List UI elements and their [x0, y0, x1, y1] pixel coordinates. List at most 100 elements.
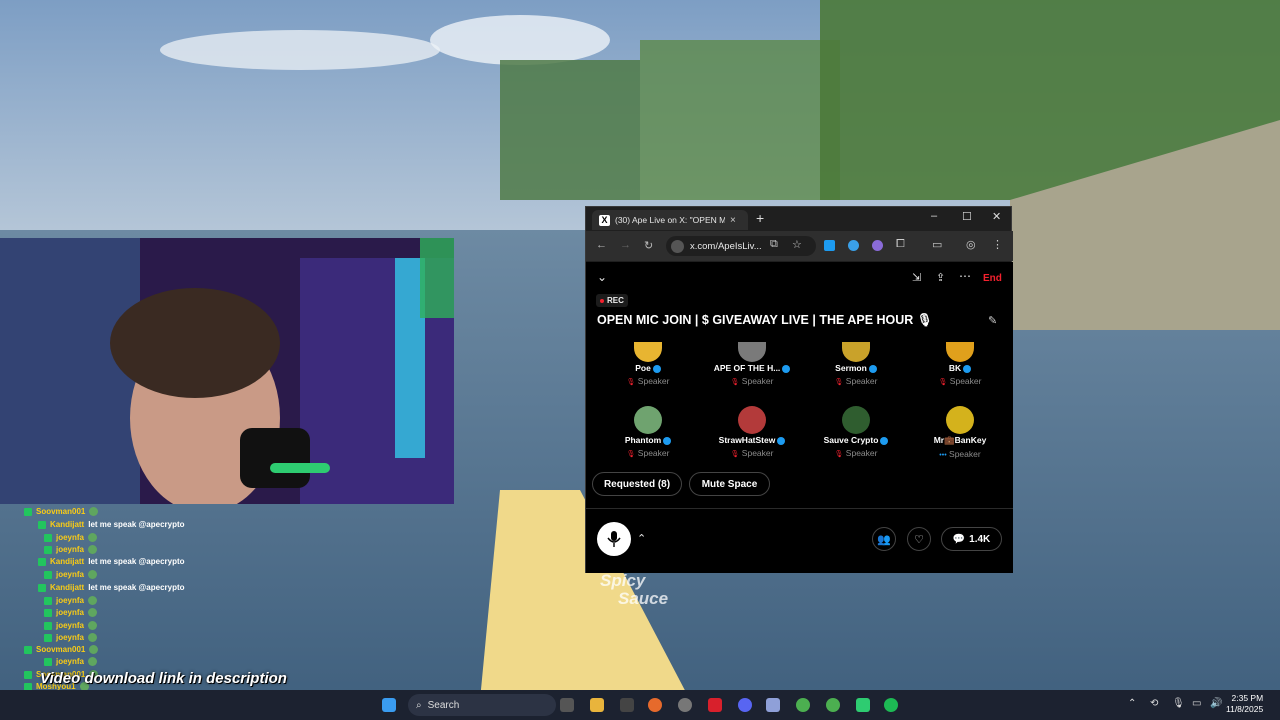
title-bar: X (30) Ape Live on X: "OPEN M × + – ☐ ✕ — [586, 207, 1013, 230]
back-icon[interactable]: ← — [596, 239, 607, 251]
network-icon[interactable]: ⟲ — [1150, 698, 1158, 709]
maximize-icon[interactable]: ☐ — [962, 210, 972, 223]
chat-message: joeynfa — [44, 621, 98, 630]
record-dot-icon — [600, 298, 604, 303]
x-logo-icon: X — [599, 214, 610, 226]
kick-badge-icon — [38, 583, 46, 592]
emote-icon — [88, 633, 98, 642]
split-view-icon[interactable]: ▭ — [932, 238, 942, 251]
tab-title: (30) Ape Live on X: "OPEN M — [615, 215, 725, 225]
app-icon[interactable] — [766, 698, 780, 712]
speaker-card[interactable]: APE OF THE H... 🎙 Speaker — [700, 342, 804, 386]
display-icon[interactable]: ▭ — [1192, 698, 1201, 709]
speaking-dots-icon: ••• — [939, 452, 947, 459]
emote-icon — [88, 545, 98, 554]
kick-badge-icon — [44, 608, 52, 617]
extensions-puzzle-icon[interactable]: ⧠ — [896, 238, 905, 251]
minimize-icon[interactable]: – — [931, 210, 937, 222]
chat-message: Kandijatt let me speak @apecrypto — [38, 583, 185, 592]
speaker-card[interactable]: StrawHatStew 🎙 Speaker — [700, 406, 804, 458]
mic-muted-icon: 🎙 — [730, 451, 740, 458]
app-icon[interactable] — [708, 698, 722, 712]
tray-chevron-icon[interactable]: ⌃ — [1128, 698, 1136, 709]
clock[interactable]: 2:35 PM 11/8/2025 — [1226, 693, 1263, 715]
discord-icon[interactable] — [738, 698, 752, 712]
profile-icon[interactable]: ◎ — [966, 238, 976, 251]
menu-dots-icon[interactable]: ⋮ — [992, 238, 1003, 251]
verified-badge-icon — [868, 364, 877, 373]
speaker-card[interactable]: Poe 🎙 Speaker — [596, 342, 700, 386]
mic-muted-icon: 🎙 — [834, 379, 844, 386]
spicy-sauce-watermark: Spicy Sauce — [600, 571, 669, 608]
windows-start-icon[interactable] — [382, 698, 396, 712]
chat-message: joeynfa — [44, 596, 98, 605]
end-space-button[interactable]: End — [983, 273, 1002, 284]
replies-count-button[interactable]: 💬 1.4K — [941, 527, 1002, 551]
browser-window: X (30) Ape Live on X: "OPEN M × + – ☐ ✕ … — [585, 206, 1013, 573]
forward-icon[interactable]: → — [620, 239, 631, 251]
comment-icon: 💬 — [952, 533, 966, 545]
browser-tab[interactable]: X (30) Ape Live on X: "OPEN M × — [592, 210, 748, 230]
task-view-icon[interactable] — [560, 698, 574, 712]
stream-chat: Soovman001 Kandijatt let me speak @apecry… — [0, 506, 300, 692]
avatar — [946, 342, 974, 362]
avatar — [738, 342, 766, 362]
avatar — [946, 406, 974, 434]
people-icon: 👥 — [877, 533, 891, 546]
spotify-icon[interactable] — [884, 698, 898, 712]
mute-space-button[interactable]: Mute Space — [689, 472, 770, 496]
firefox-icon[interactable] — [648, 698, 662, 712]
chat-message: Kandijatt let me speak @apecrypto — [38, 557, 185, 566]
close-tab-icon[interactable]: × — [730, 215, 736, 226]
heart-plus-icon: ♡ — [914, 533, 924, 546]
extension-icon[interactable] — [848, 240, 859, 251]
mic-tray-icon[interactable]: 🎙 — [1172, 698, 1185, 709]
kick-badge-icon — [44, 633, 52, 642]
chat-message: joeynfa — [44, 633, 98, 642]
extension-icon[interactable] — [824, 240, 835, 251]
speaker-card[interactable]: BK 🎙 Speaker — [908, 342, 1012, 386]
chrome-icon[interactable] — [826, 698, 840, 712]
chat-message: joeynfa — [44, 570, 98, 579]
settings-gear-icon[interactable] — [678, 698, 692, 712]
speaker-card[interactable]: Sermon 🎙 Speaker — [804, 342, 908, 386]
bookmark-star-icon[interactable]: ☆ — [792, 238, 802, 251]
dock-icon[interactable]: ⇲ — [912, 271, 921, 284]
extension-icon[interactable] — [872, 240, 883, 251]
verified-badge-icon — [782, 364, 791, 373]
mic-muted-icon: 🎙 — [938, 379, 948, 386]
taskbar-search[interactable]: ⌕ Search — [408, 694, 556, 716]
emote-icon — [88, 657, 98, 666]
verified-badge-icon — [652, 364, 661, 373]
mic-muted-icon: 🎙 — [730, 379, 740, 386]
collapse-chevron-icon[interactable]: ⌄ — [597, 270, 607, 284]
new-tab-button[interactable]: + — [756, 210, 764, 226]
app-icon[interactable] — [620, 698, 634, 712]
close-window-icon[interactable]: ✕ — [992, 210, 1001, 223]
app-icon[interactable] — [856, 698, 870, 712]
speaker-card[interactable]: Phantom 🎙 Speaker — [596, 406, 700, 458]
more-dots-icon[interactable]: ⋯ — [959, 269, 971, 283]
reload-icon[interactable]: ↻ — [644, 239, 653, 252]
share-icon[interactable]: ⇪ — [936, 271, 945, 284]
file-explorer-icon[interactable] — [590, 698, 604, 712]
mic-muted-icon: 🎙 — [626, 379, 636, 386]
requested-button[interactable]: Requested (8) — [592, 472, 682, 496]
kick-badge-icon — [44, 621, 52, 630]
verified-badge-icon — [963, 364, 972, 373]
chrome-icon[interactable] — [796, 698, 810, 712]
emote-icon — [88, 570, 98, 579]
edit-icon[interactable]: ✎ — [988, 314, 997, 327]
reaction-button[interactable]: ♡ — [907, 527, 931, 551]
speaker-card[interactable]: Sauve Crypto 🎙 Speaker — [804, 406, 908, 458]
chevron-up-icon[interactable]: ⌃ — [637, 532, 646, 545]
avatar — [738, 406, 766, 434]
microphone-button[interactable] — [597, 522, 631, 556]
people-button[interactable]: 👥 — [872, 527, 896, 551]
verified-badge-icon — [880, 436, 889, 445]
cast-icon[interactable]: ⧉ — [770, 238, 778, 251]
site-info-icon[interactable] — [671, 239, 684, 253]
chat-message: joeynfa — [44, 545, 98, 554]
volume-icon[interactable]: 🔊 — [1210, 698, 1222, 709]
speaker-card[interactable]: Mr💼BanKey ••• Speaker — [908, 406, 1012, 459]
